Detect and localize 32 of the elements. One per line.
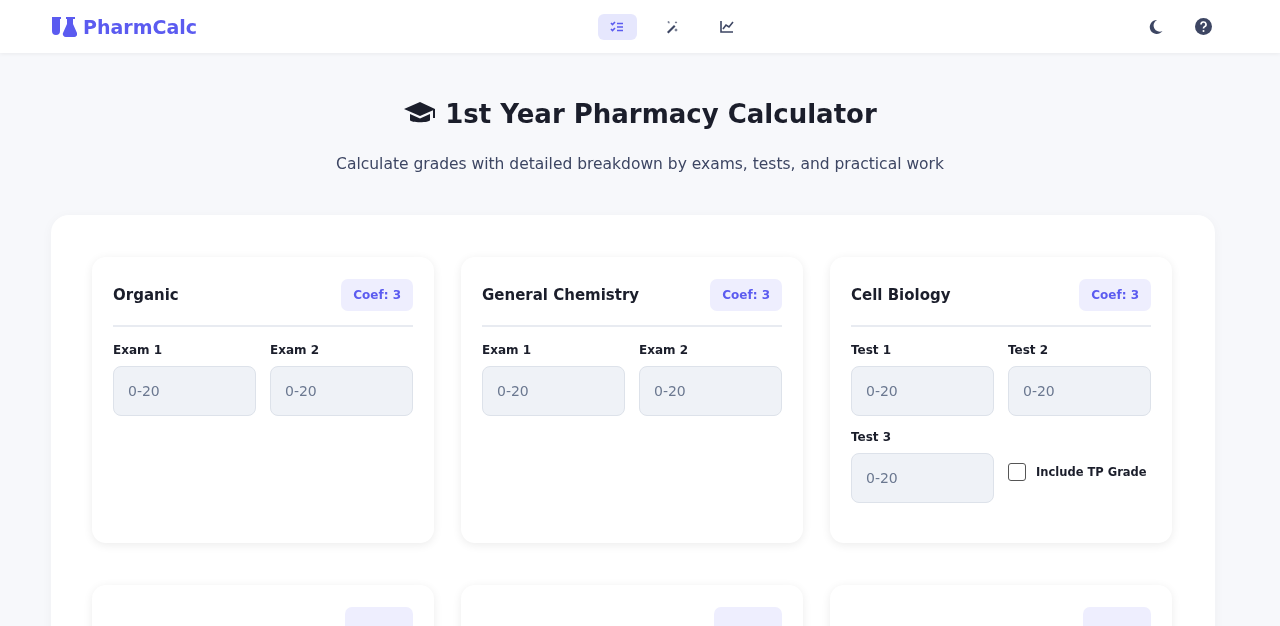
page-subtitle: Calculate grades with detailed breakdown by exams, tests, and practical work	[335, 155, 945, 173]
help-icon[interactable]	[1195, 18, 1212, 35]
flask-icon	[51, 15, 77, 38]
checkbox[interactable]	[1008, 462, 1026, 481]
module-title: Organic	[113, 286, 179, 304]
magic-wand-icon	[665, 19, 679, 34]
line-chart-icon	[720, 20, 734, 33]
field-label: Exam 2	[270, 343, 321, 357]
checklist-tab[interactable]	[597, 13, 637, 40]
grade-input[interactable]: 0-20	[270, 366, 413, 416]
checklist-icon	[610, 20, 624, 33]
coefficient-badge: Coef: 3	[341, 279, 413, 311]
coefficient-badge: Coef: 3	[710, 279, 782, 311]
field-label: Test 2	[1008, 343, 1050, 357]
grade-input[interactable]: 0-20	[639, 366, 782, 416]
brand-logo[interactable]: PharmCalc	[83, 15, 197, 38]
module-title: Cell Biology	[851, 286, 951, 304]
coefficient-badge: Coef: 3	[1079, 279, 1151, 311]
grade-input[interactable]: 0-20	[851, 366, 994, 416]
moon-icon[interactable]	[1148, 18, 1163, 35]
checkbox-label: Include TP Grade	[1036, 464, 1147, 479]
module-title: General Chemistry	[482, 286, 640, 304]
page-title: 1st Year Pharmacy Calculator	[445, 99, 877, 129]
grade-input[interactable]: 0-20	[851, 453, 994, 503]
field-label: Test 3	[851, 430, 893, 444]
grade-input[interactable]: 0-20	[482, 366, 625, 416]
field-label: Exam 1	[113, 343, 164, 357]
field-label: Exam 1	[482, 343, 533, 357]
field-label: Test 1	[851, 343, 893, 357]
grade-input[interactable]: 0-20	[113, 366, 256, 416]
grade-input[interactable]: 0-20	[1008, 366, 1151, 416]
field-label: Exam 2	[639, 343, 690, 357]
